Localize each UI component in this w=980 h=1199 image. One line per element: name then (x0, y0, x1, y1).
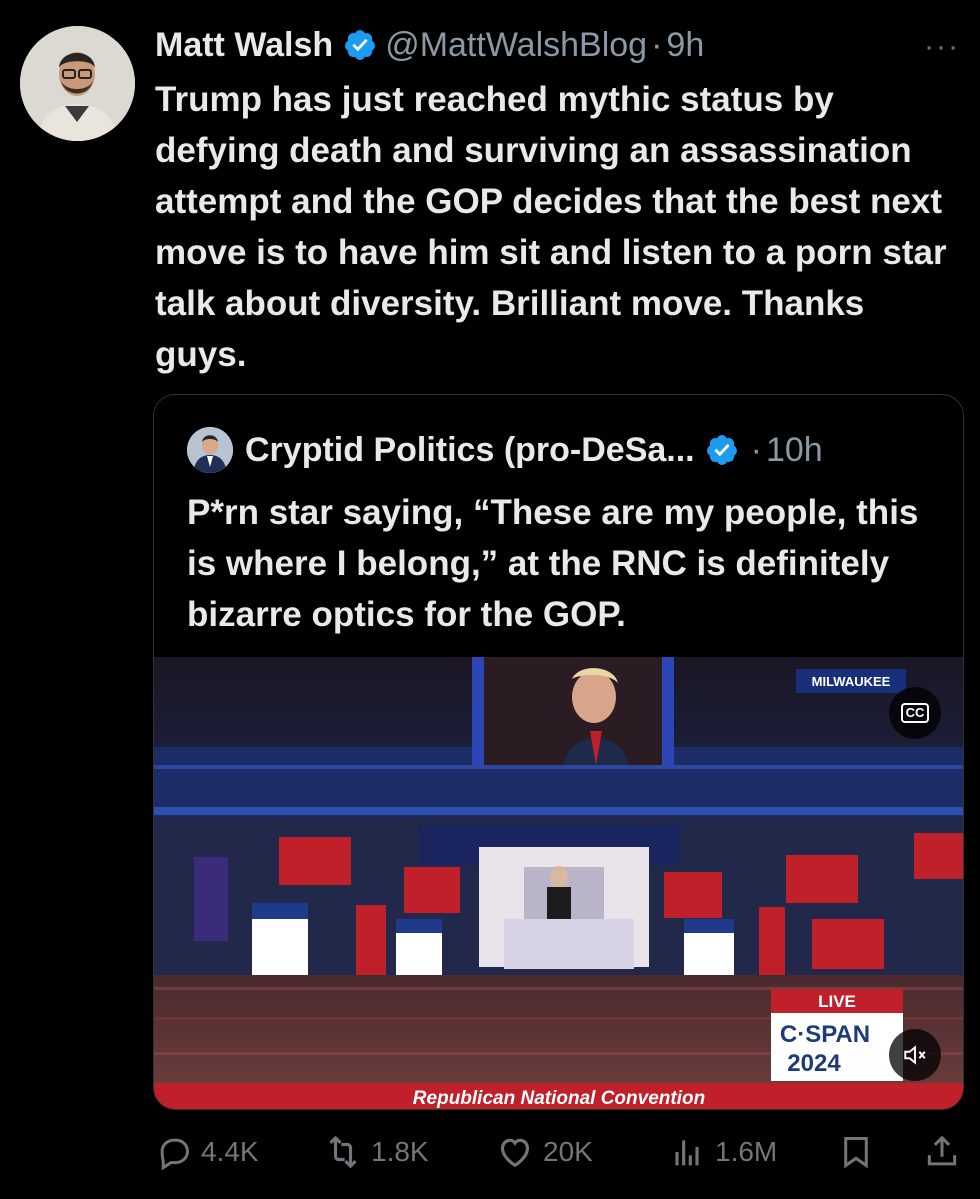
like-count: 20K (543, 1136, 593, 1167)
quoted-time[interactable]: 10h (766, 431, 823, 470)
lower-third: Republican National Convention (413, 1088, 705, 1109)
tweet-text: Trump has just reached mythic status by … (155, 80, 947, 374)
bookmark-button[interactable] (837, 1130, 883, 1174)
like-button[interactable]: 20K (495, 1130, 593, 1174)
network-label: C·SPAN (780, 1021, 870, 1048)
tweet-time[interactable]: 9h (666, 26, 704, 65)
views-icon (675, 1140, 699, 1166)
mute-icon (904, 1045, 926, 1065)
tweet-header: Matt Walsh @MattWalshBlog · 9h ··· (155, 22, 960, 68)
verified-badge-icon (345, 30, 376, 60)
location-tag: MILWAUKEE (812, 674, 891, 689)
verified-badge-icon (706, 435, 737, 465)
video-player[interactable]: MILWAUKEE LIVE C·SPAN 2024 Republican Na… (154, 657, 963, 1109)
video-frame: MILWAUKEE LIVE C·SPAN 2024 Republican Na… (154, 657, 963, 1109)
mute-button[interactable] (889, 1029, 941, 1081)
share-button[interactable] (923, 1130, 969, 1174)
author-avatar[interactable] (20, 26, 135, 141)
views-count: 1.6M (715, 1136, 778, 1167)
reply-count: 4.4K (201, 1136, 259, 1167)
separator: · (651, 25, 663, 64)
author-name[interactable]: Matt Walsh (155, 26, 333, 65)
quoted-tweet[interactable]: Cryptid Politics (pro-DeSa... · 10h P*rn… (153, 394, 964, 1110)
cc-button[interactable]: CC (889, 687, 941, 739)
quoted-author-name[interactable]: Cryptid Politics (pro-DeSa... (245, 431, 695, 470)
quoted-avatar (187, 427, 233, 473)
more-icon[interactable]: ··· (924, 30, 960, 64)
repost-button[interactable]: 1.8K (323, 1130, 429, 1174)
author-handle[interactable]: @MattWalshBlog (385, 26, 647, 65)
repost-icon (329, 1135, 357, 1169)
like-icon (500, 1138, 530, 1168)
live-label: LIVE (818, 992, 856, 1011)
reply-icon (160, 1138, 189, 1171)
quoted-text: P*rn star saying, “These are my people, … (187, 493, 919, 634)
separator: · (750, 430, 762, 469)
bookmark-icon (844, 1137, 868, 1169)
year-label: 2024 (787, 1050, 841, 1077)
quoted-header: Cryptid Politics (pro-DeSa... · 10h (187, 425, 943, 475)
views-button[interactable]: 1.6M (667, 1130, 777, 1174)
reply-button[interactable]: 4.4K (155, 1130, 259, 1174)
action-bar: 4.4K 1.8K 20K 1.6M (155, 1130, 960, 1174)
repost-count: 1.8K (371, 1136, 429, 1167)
cc-icon: CC (900, 703, 930, 723)
share-icon (927, 1135, 957, 1166)
